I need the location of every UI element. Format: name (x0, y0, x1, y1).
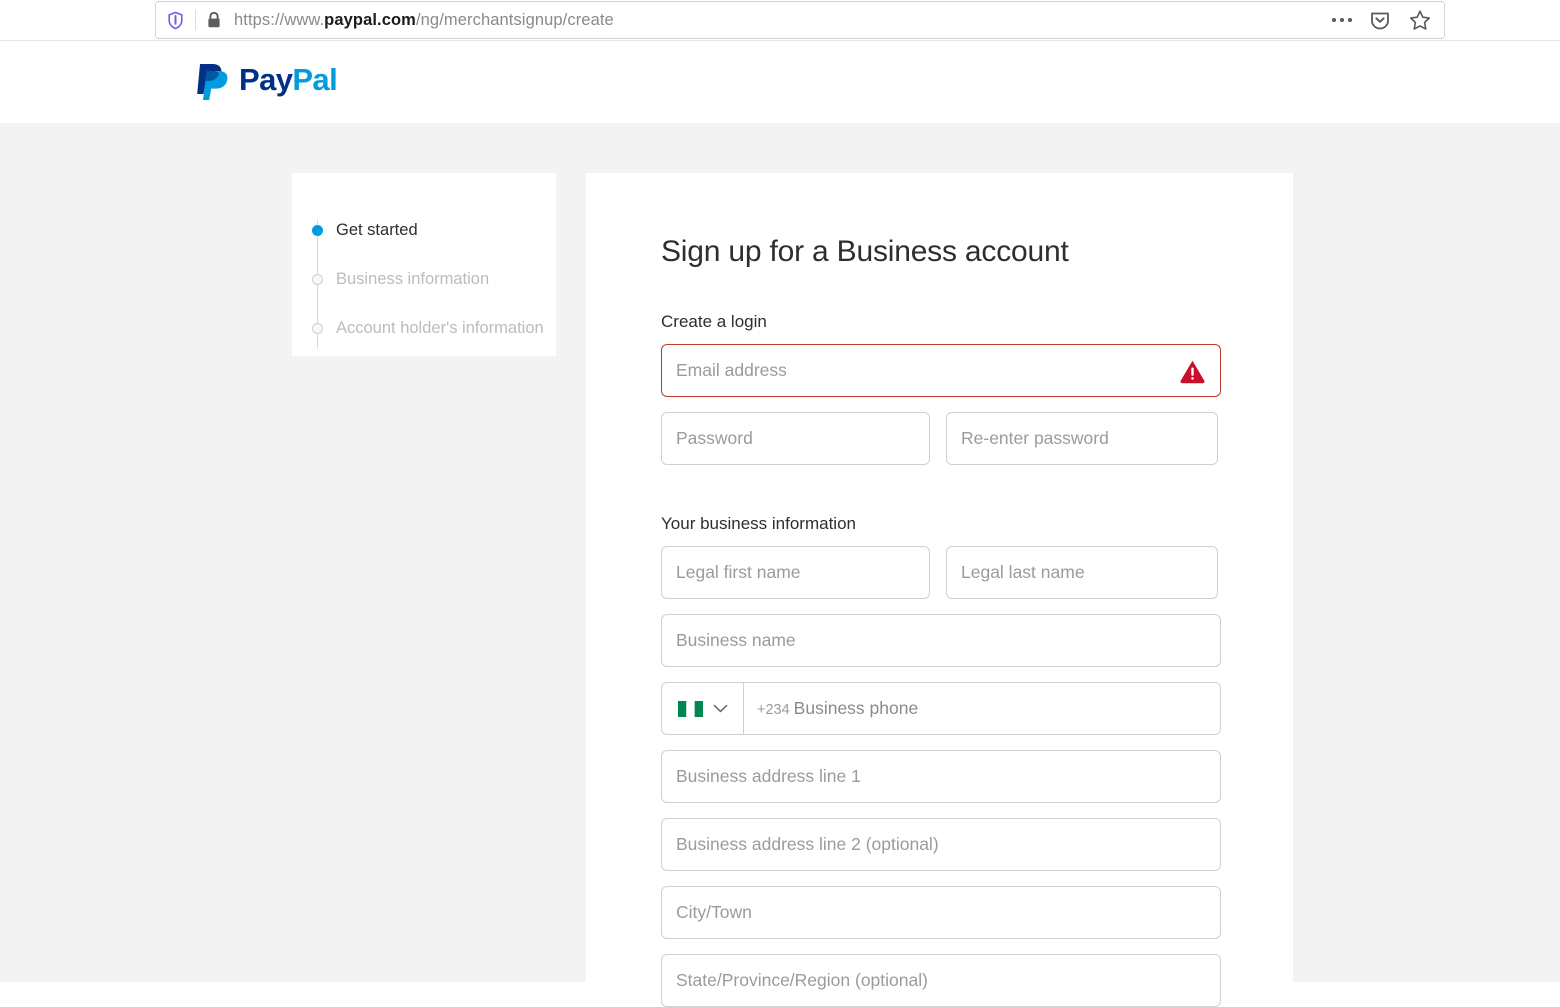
paypal-wordmark: PayPal (239, 62, 338, 98)
stepper-item-label: Get started (336, 221, 418, 239)
url-path: /ng/merchantsignup/create (415, 10, 614, 29)
signup-form: Sign up for a Business account Create a … (586, 173, 1293, 1007)
ellipsis-more-icon[interactable] (1332, 18, 1352, 22)
url-text: https://www.paypal.com/ng/merchantsignup… (234, 11, 614, 30)
confirm-password-field[interactable]: Re-enter password (946, 412, 1218, 465)
address-line-2-placeholder: Business address line 2 (optional) (676, 834, 939, 854)
stepper-item-get-started[interactable]: Get started (292, 206, 556, 255)
chevron-down-icon (713, 704, 728, 713)
stepper-item-label: Account holder's information (336, 319, 544, 337)
legal-first-name-placeholder: Legal first name (676, 562, 801, 582)
state-province-region-field[interactable]: State/Province/Region (optional) (661, 954, 1221, 1007)
legal-last-name-field[interactable]: Legal last name (946, 546, 1218, 599)
address-bar-actions (1332, 8, 1444, 32)
address-bar[interactable]: https://www.paypal.com/ng/merchantsignup… (155, 1, 1445, 39)
create-login-section-label: Create a login (661, 312, 767, 331)
stepper-list: Get started Business information Account… (292, 173, 556, 353)
step-dot-icon (312, 323, 323, 334)
business-name-field[interactable]: Business name (661, 614, 1221, 667)
address-line-2-field[interactable]: Business address line 2 (optional) (661, 818, 1221, 871)
stepper-item-business-information[interactable]: Business information (292, 255, 556, 304)
padlock-secure-icon[interactable] (206, 11, 222, 29)
page-title: Sign up for a Business account (661, 235, 1069, 268)
stepper-item-account-holder-information[interactable]: Account holder's information (292, 304, 556, 353)
url-domain: paypal.com (324, 10, 416, 29)
url-prefix: https://www. (234, 10, 325, 29)
page-body: Get started Business information Account… (0, 123, 1560, 1007)
name-row: Legal first name Legal last name (661, 546, 1221, 614)
logo-pay-text: Pay (239, 62, 293, 97)
business-phone-input[interactable]: +234 Business phone (744, 698, 1220, 719)
password-field[interactable]: Password (661, 412, 930, 465)
step-dot-icon (312, 225, 323, 236)
star-bookmark-icon[interactable] (1408, 8, 1432, 32)
legal-last-name-placeholder: Legal last name (961, 562, 1085, 582)
password-row: Password Re-enter password (661, 412, 1221, 480)
legal-first-name-field[interactable]: Legal first name (661, 546, 930, 599)
password-field-placeholder: Password (676, 428, 753, 448)
paypal-logo[interactable]: PayPal (196, 60, 338, 100)
city-town-placeholder: City/Town (676, 902, 752, 922)
step-dot-icon (312, 274, 323, 285)
business-information-section-label: Your business information (661, 514, 856, 533)
stepper-item-label: Business information (336, 270, 490, 288)
pocket-save-icon[interactable] (1368, 8, 1392, 32)
signup-stepper: Get started Business information Account… (292, 173, 556, 356)
state-province-region-placeholder: State/Province/Region (optional) (676, 970, 928, 990)
address-bar-icons: https://www.paypal.com/ng/merchantsignup… (156, 10, 614, 30)
browser-toolbar: https://www.paypal.com/ng/merchantsignup… (0, 0, 1560, 41)
logo-pal-text: Pal (292, 62, 338, 97)
business-name-placeholder: Business name (676, 630, 796, 650)
address-bar-divider (195, 10, 196, 30)
business-phone-field[interactable]: +234 Business phone (661, 682, 1221, 735)
paypal-monogram-icon (196, 60, 230, 100)
address-line-1-field[interactable]: Business address line 1 (661, 750, 1221, 803)
shield-tracking-protection-icon[interactable] (166, 11, 185, 30)
confirm-password-field-placeholder: Re-enter password (961, 428, 1109, 448)
city-town-field[interactable]: City/Town (661, 886, 1221, 939)
signup-form-card: Sign up for a Business account Create a … (586, 173, 1293, 1007)
email-field[interactable]: Email address (661, 344, 1221, 397)
business-phone-placeholder: Business phone (793, 698, 919, 718)
nigeria-flag-icon (677, 700, 703, 717)
dial-code-text: +234 (757, 702, 790, 718)
country-code-select[interactable] (662, 683, 744, 734)
address-line-1-placeholder: Business address line 1 (676, 766, 861, 786)
email-field-placeholder: Email address (676, 360, 787, 380)
site-header: PayPal (0, 41, 1560, 123)
